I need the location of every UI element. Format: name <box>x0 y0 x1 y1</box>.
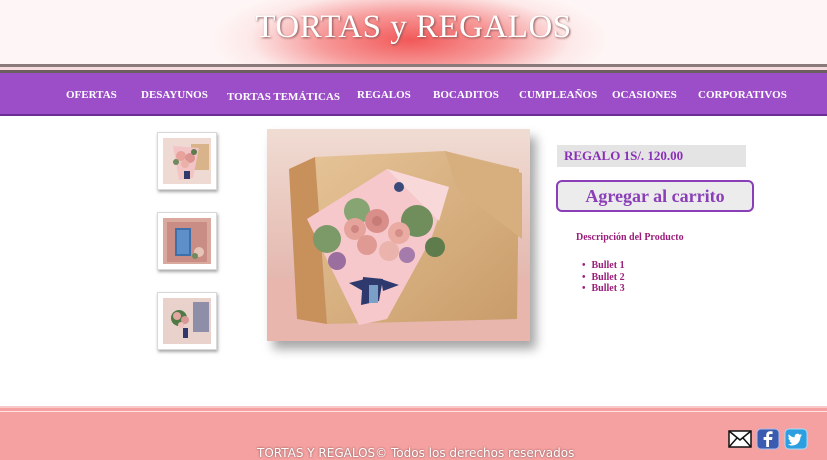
product-price: REGALO 1S/. 120.00 <box>557 145 746 167</box>
facebook-icon[interactable] <box>756 428 780 450</box>
product-description-title: Descripción del Producto <box>576 232 684 243</box>
product-thumbnail-1[interactable] <box>157 132 217 190</box>
flower-bouquet-photo <box>267 129 530 341</box>
nav-item-corporativos[interactable]: CORPORATIVOS <box>698 89 787 101</box>
site-title: TORTAS y REGALOS <box>255 9 572 45</box>
site-footer: TORTAS Y REGALOS© Todos los derechos res… <box>0 406 827 460</box>
main-nav: OFERTAS DESAYUNOS TORTAS TEMÁTICAS REGAL… <box>0 73 827 116</box>
copyright-text: TORTAS Y REGALOS© Todos los derechos res… <box>257 446 575 460</box>
bouquet-thumbnail-image <box>163 138 211 184</box>
nav-item-tortas-tematicas[interactable]: TORTAS TEMÁTICAS <box>227 91 340 103</box>
product-thumbnail-3[interactable] <box>157 292 217 350</box>
bouquet-thumbnail-image-alt <box>163 298 211 344</box>
bullet-item: Bullet 2 <box>582 272 625 284</box>
box-thumbnail-image <box>163 218 211 264</box>
twitter-icon[interactable] <box>784 428 808 450</box>
bullet-item: Bullet 1 <box>582 260 625 272</box>
nav-item-ocasiones[interactable]: OCASIONES <box>612 89 677 101</box>
site-header: TORTAS y REGALOS <box>0 0 827 66</box>
nav-item-ofertas[interactable]: OFERTAS <box>66 89 117 101</box>
add-to-cart-button[interactable]: Agregar al carrito <box>556 180 754 212</box>
mail-icon[interactable] <box>728 428 752 450</box>
nav-item-desayunos[interactable]: DESAYUNOS <box>141 89 208 101</box>
nav-item-cumpleanos[interactable]: CUMPLEAÑOS <box>519 89 597 101</box>
product-bullet-list: Bullet 1 Bullet 2 Bullet 3 <box>582 260 625 295</box>
product-main-image[interactable] <box>267 129 530 341</box>
footer-highlight-line <box>0 411 827 412</box>
nav-item-regalos[interactable]: REGALOS <box>357 89 411 101</box>
bullet-item: Bullet 3 <box>582 283 625 295</box>
product-thumbnail-2[interactable] <box>157 212 217 270</box>
nav-item-bocaditos[interactable]: BOCADITOS <box>433 89 499 101</box>
